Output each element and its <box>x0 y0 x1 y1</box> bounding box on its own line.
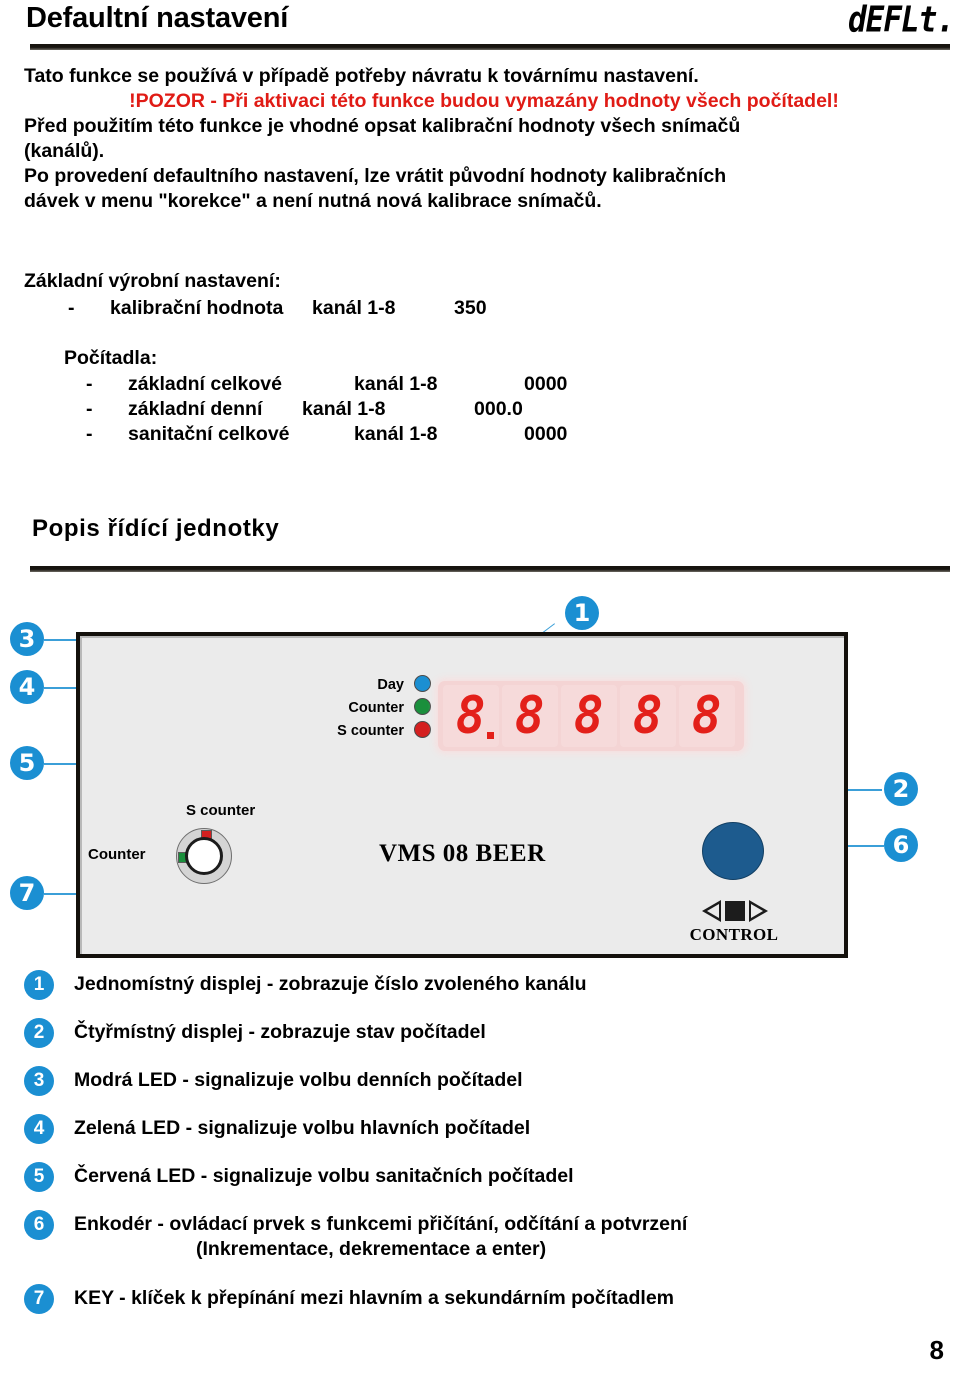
header-divider <box>30 44 950 50</box>
seven-segment-display: 8 8 8 8 8 <box>438 681 744 751</box>
display-digit: 8 <box>574 686 604 746</box>
legend-item: 7 KEY - klíček k přepínání mezi hlavním … <box>0 1280 960 1328</box>
document-page: Defaultní nastavení dEFLt. Tato funkce s… <box>0 0 960 1376</box>
callout-badge-2: 2 <box>884 772 918 806</box>
legend-badge-7: 7 <box>24 1284 54 1314</box>
intro-line-4: Po provedení defaultního nastavení, lze … <box>24 165 727 187</box>
callout-badge-7: 7 <box>10 876 44 910</box>
legend-text-2: Čtyřmístný displej - zobrazuje stav počí… <box>74 1021 486 1043</box>
settings-row-counter-daily: - základní denní kanál 1-8 000.0 <box>24 397 784 422</box>
callout-badge-5: 5 <box>10 746 44 780</box>
display-digit-cell: 8 <box>620 685 676 747</box>
settings-row-counter-total: - základní celkové kanál 1-8 0000 <box>24 372 784 397</box>
led-red-s-counter-icon <box>414 721 431 738</box>
legend-badge-5: 5 <box>24 1162 54 1192</box>
legend-badge-2: 2 <box>24 1018 54 1048</box>
deflt-logo: dEFLt. <box>848 0 955 41</box>
intro-line-2: Před použitím této funkce je vhodné opsa… <box>24 115 741 137</box>
display-digit-cell: 8 <box>443 685 499 747</box>
display-digit: 8 <box>515 686 545 746</box>
callout-badge-3: 3 <box>10 622 44 656</box>
legend-badge-3: 3 <box>24 1066 54 1096</box>
section-divider <box>30 566 950 572</box>
legend-text-4: Zelená LED - signalizuje volbu hlavních … <box>74 1117 531 1139</box>
control-caption: CONTROL <box>689 925 779 944</box>
row-dash: - <box>68 297 75 319</box>
row-channel: kanál 1-8 <box>354 373 438 395</box>
row-dash: - <box>86 398 93 420</box>
callout-badge-1: 1 <box>565 596 599 630</box>
led-label-s-counter: S counter <box>337 723 404 739</box>
legend-text-6: Enkodér - ovládací prvek s funkcemi přič… <box>74 1213 688 1235</box>
counters-heading: Počítadla: <box>64 347 158 369</box>
legend-text-3: Modrá LED - signalizuje volbu denních po… <box>74 1069 523 1091</box>
legend-item: 2 Čtyřmístný displej - zobrazuje stav po… <box>0 1014 960 1062</box>
legend-text-7: KEY - klíček k přepínání mezi hlavním a … <box>74 1287 675 1309</box>
display-digit-cell: 8 <box>502 685 558 747</box>
right-triangle-icon <box>749 900 768 922</box>
settings-row-counter-sanitary: - sanitační celkové kanál 1-8 0000 <box>24 422 784 447</box>
row-value: 0000 <box>524 373 568 395</box>
legend-text-5: Červená LED - signalizuje volbu sanitačn… <box>74 1165 574 1187</box>
row-value: 000.0 <box>474 398 523 420</box>
key-switch-label-left: Counter <box>88 846 146 863</box>
legend-item: 4 Zelená LED - signalizuje volbu hlavníc… <box>0 1110 960 1158</box>
row-dash: - <box>86 373 93 395</box>
legend-item: 5 Červená LED - signalizuje volbu sanita… <box>0 1158 960 1206</box>
legend-list: 1 Jednomístný displej - zobrazuje číslo … <box>0 966 960 1328</box>
legend-text-1: Jednomístný displej - zobrazuje číslo zv… <box>74 973 587 995</box>
legend-badge-4: 4 <box>24 1114 54 1144</box>
key-switch[interactable] <box>176 828 232 884</box>
display-digit-cell: 8 <box>561 685 617 747</box>
row-dash: - <box>86 423 93 445</box>
led-green-counter-icon <box>414 698 431 715</box>
led-label-day: Day <box>377 677 404 693</box>
row-channel: kanál 1-8 <box>302 398 386 420</box>
row-channel: kanál 1-8 <box>354 423 438 445</box>
led-label-counter: Counter <box>348 700 404 716</box>
legend-item: 1 Jednomístný displej - zobrazuje číslo … <box>0 966 960 1014</box>
display-digit: 8 <box>456 686 486 746</box>
control-icons-row <box>692 900 778 922</box>
intro-text-block: Tato funkce se používá v případě potřeby… <box>24 64 944 214</box>
intro-line-5: dávek v menu "korekce" a není nutná nová… <box>24 190 602 212</box>
key-switch-label-top: S counter <box>186 802 256 819</box>
left-triangle-icon <box>702 900 721 922</box>
legend-subtext-6: (Inkrementace, dekrementace a enter) <box>196 1238 547 1260</box>
settings-heading: Základní výrobní nastavení: <box>24 270 281 292</box>
row-value: 0000 <box>524 423 568 445</box>
page-title: Defaultní nastavení <box>26 2 289 34</box>
row-channel: kanál 1-8 <box>312 297 396 319</box>
warning-line: !POZOR - Při aktivaci této funkce budou … <box>129 90 839 112</box>
led-blue-day-icon <box>414 675 431 692</box>
settings-row-calibration: - kalibrační hodnota kanál 1-8 350 <box>24 296 784 321</box>
row-value: 350 <box>454 297 487 319</box>
default-settings-list: Základní výrobní nastavení: - kalibrační… <box>24 270 784 447</box>
row-name: základní celkové <box>128 373 282 395</box>
stop-square-icon <box>725 901 745 921</box>
intro-line-3: (kanálů). <box>24 140 105 162</box>
legend-item: 6 Enkodér - ovládací prvek s funkcemi př… <box>0 1206 960 1280</box>
legend-badge-1: 1 <box>24 970 54 1000</box>
legend-badge-6: 6 <box>24 1210 54 1240</box>
intro-line-1: Tato funkce se používá v případě potřeby… <box>24 65 699 87</box>
display-digit: 8 <box>692 686 722 746</box>
display-digit: 8 <box>633 686 663 746</box>
device-brand-label: VMS 08 BEER <box>379 840 546 867</box>
decimal-point-icon <box>487 732 494 739</box>
callout-badge-4: 4 <box>10 670 44 704</box>
legend-item: 3 Modrá LED - signalizuje volbu denních … <box>0 1062 960 1110</box>
page-number: 8 <box>929 1335 944 1365</box>
row-name: sanitační celkové <box>128 423 290 445</box>
key-switch-keyhole <box>185 837 223 875</box>
row-name: základní denní <box>128 398 263 420</box>
display-digit-cell: 8 <box>679 685 735 747</box>
callout-badge-6: 6 <box>884 828 918 862</box>
encoder-knob[interactable] <box>702 822 764 880</box>
section-title: Popis řídící jednotky <box>32 515 280 542</box>
row-name: kalibrační hodnota <box>110 297 284 319</box>
